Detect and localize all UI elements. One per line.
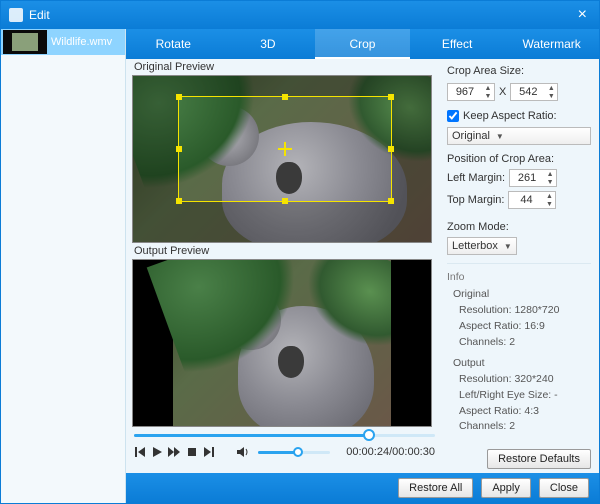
chevron-up-icon[interactable]: ▲ xyxy=(482,84,494,92)
seek-bar[interactable] xyxy=(134,430,435,440)
aspect-select[interactable]: Original▼ xyxy=(447,127,591,145)
volume-icon[interactable] xyxy=(234,444,252,460)
chevron-down-icon[interactable]: ▼ xyxy=(544,178,556,186)
crop-height-stepper[interactable]: 542 ▲▼ xyxy=(510,83,558,101)
chevron-down-icon: ▼ xyxy=(504,242,512,251)
crop-handle-n[interactable] xyxy=(282,94,288,100)
file-thumb xyxy=(3,30,47,54)
info-panel: Info Original Resolution: 1280*720 Aspec… xyxy=(447,263,591,442)
chevron-up-icon[interactable]: ▲ xyxy=(544,170,556,178)
seek-fill xyxy=(134,434,369,437)
position-label: Position of Crop Area: xyxy=(447,153,591,165)
crop-handle-e[interactable] xyxy=(388,146,394,152)
file-sidebar: Wildlife.wmv xyxy=(1,29,126,503)
letterbox-right xyxy=(391,260,431,426)
main: Rotate 3D Crop Effect Watermark Original… xyxy=(126,29,599,503)
crop-handle-w[interactable] xyxy=(176,146,182,152)
crop-handle-se[interactable] xyxy=(388,198,394,204)
apply-button[interactable]: Apply xyxy=(481,478,531,498)
titlebar: Edit × xyxy=(1,1,599,29)
chevron-down-icon[interactable]: ▼ xyxy=(482,92,494,100)
crop-handle-s[interactable] xyxy=(282,198,288,204)
crop-size-label: Crop Area Size: xyxy=(447,65,591,77)
volume-control[interactable] xyxy=(234,444,330,460)
top-margin-stepper[interactable]: 44 ▲▼ xyxy=(508,191,556,209)
preview-column: Original Preview xyxy=(126,59,441,473)
stop-button[interactable] xyxy=(185,444,198,460)
sidebar-file-item[interactable]: Wildlife.wmv xyxy=(1,29,125,55)
tab-3d[interactable]: 3D xyxy=(221,29,316,59)
info-heading: Info xyxy=(447,270,591,286)
edit-window: Edit × Wildlife.wmv Rotate 3D Crop Effec… xyxy=(0,0,600,504)
tab-effect[interactable]: Effect xyxy=(410,29,505,59)
crop-handle-sw[interactable] xyxy=(176,198,182,204)
output-image xyxy=(173,260,391,426)
properties-panel: Crop Area Size: 967 ▲▼ X 542 ▲▼ xyxy=(441,59,599,473)
seek-track xyxy=(134,434,435,437)
crop-width-stepper[interactable]: 967 ▲▼ xyxy=(447,83,495,101)
crop-center-icon xyxy=(278,142,292,156)
original-preview-label: Original Preview xyxy=(132,59,437,75)
keep-aspect-label: Keep Aspect Ratio: xyxy=(463,110,557,122)
output-preview xyxy=(132,259,432,427)
seek-knob[interactable] xyxy=(363,429,375,441)
tab-watermark[interactable]: Watermark xyxy=(504,29,599,59)
chevron-down-icon[interactable]: ▼ xyxy=(545,92,557,100)
prev-frame-button[interactable] xyxy=(134,444,147,460)
volume-track[interactable] xyxy=(258,451,330,454)
zoom-label: Zoom Mode: xyxy=(447,221,591,233)
footer: Restore All Apply Close xyxy=(126,473,599,503)
chevron-up-icon[interactable]: ▲ xyxy=(545,84,557,92)
play-button[interactable] xyxy=(151,444,164,460)
top-margin-label: Top Margin: xyxy=(447,194,504,206)
zoom-select[interactable]: Letterbox▼ xyxy=(447,237,517,255)
x-label: X xyxy=(499,86,506,98)
info-output-label: Output xyxy=(453,356,591,372)
crop-rectangle[interactable] xyxy=(178,96,393,202)
tabs: Rotate 3D Crop Effect Watermark xyxy=(126,29,599,59)
fast-forward-button[interactable] xyxy=(167,444,181,460)
app-icon xyxy=(9,8,23,22)
close-button[interactable]: Close xyxy=(539,478,589,498)
chevron-down-icon: ▼ xyxy=(496,132,504,141)
chevron-down-icon[interactable]: ▼ xyxy=(543,200,555,208)
transport: 00:00:24/00:00:30 xyxy=(132,427,437,462)
body: Wildlife.wmv Rotate 3D Crop Effect Water… xyxy=(1,29,599,503)
restore-defaults-button[interactable]: Restore Defaults xyxy=(487,449,591,469)
left-margin-label: Left Margin: xyxy=(447,172,505,184)
restore-all-button[interactable]: Restore All xyxy=(398,478,473,498)
info-original-label: Original xyxy=(453,287,591,303)
window-title: Edit xyxy=(29,8,50,22)
close-icon[interactable]: × xyxy=(574,6,591,24)
file-name: Wildlife.wmv xyxy=(51,36,112,48)
left-margin-stepper[interactable]: 261 ▲▼ xyxy=(509,169,557,187)
tab-crop[interactable]: Crop xyxy=(315,29,410,59)
keep-aspect-checkbox[interactable] xyxy=(447,110,459,122)
next-frame-button[interactable] xyxy=(202,444,215,460)
crop-handle-ne[interactable] xyxy=(388,94,394,100)
volume-knob[interactable] xyxy=(293,447,303,457)
crop-handle-nw[interactable] xyxy=(176,94,182,100)
tab-rotate[interactable]: Rotate xyxy=(126,29,221,59)
content: Original Preview xyxy=(126,59,599,473)
original-preview[interactable] xyxy=(132,75,432,243)
chevron-up-icon[interactable]: ▲ xyxy=(543,192,555,200)
time-display: 00:00:24/00:00:30 xyxy=(346,446,435,458)
output-preview-label: Output Preview xyxy=(132,243,437,259)
